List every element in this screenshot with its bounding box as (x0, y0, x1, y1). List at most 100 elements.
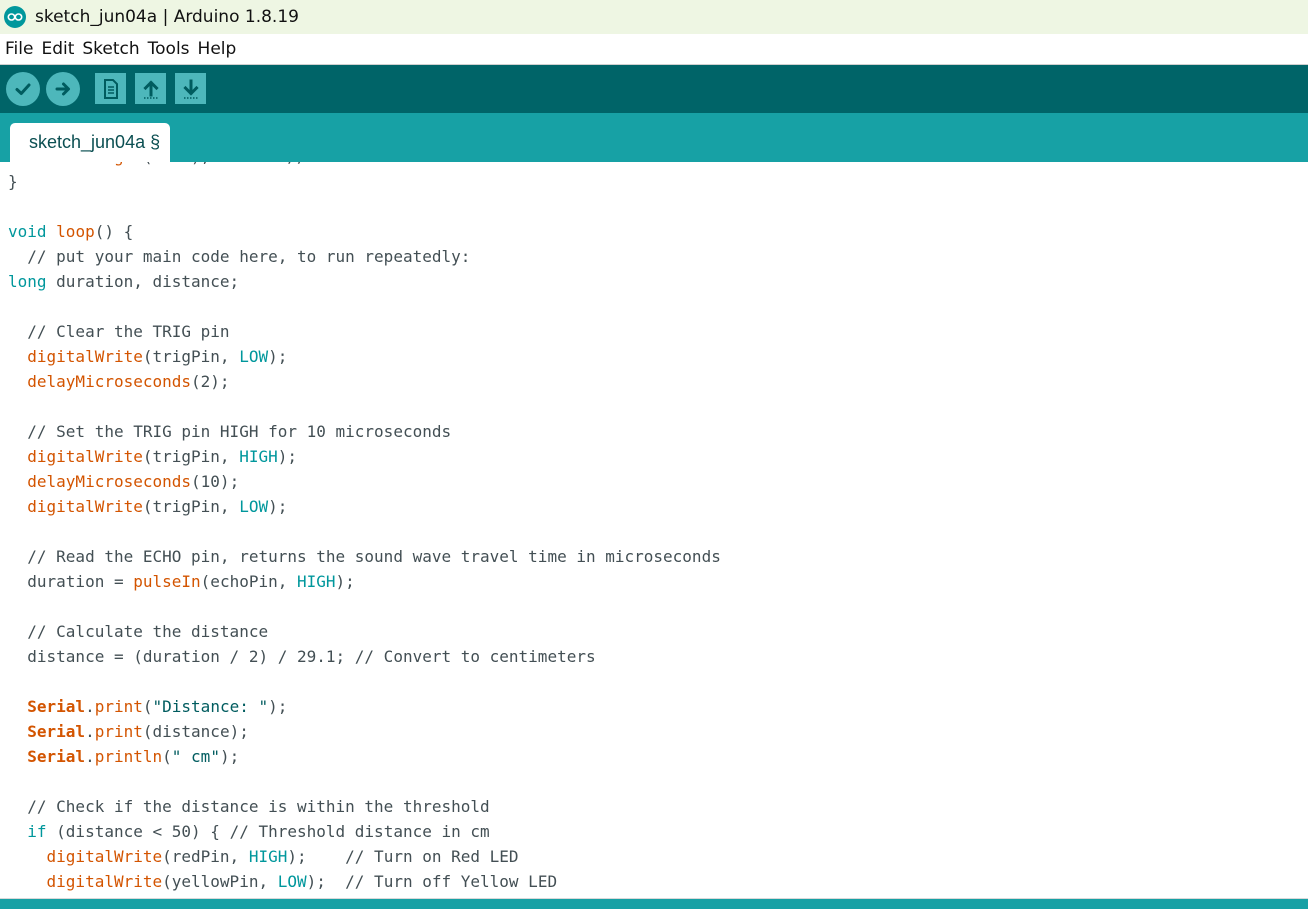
code-token: // Set the TRIG pin HIGH for 10 microsec… (8, 422, 452, 441)
code-token: ); (219, 747, 240, 766)
tab-strip: sketch_jun04a § (0, 113, 1308, 162)
code-token: (trigPin, (142, 347, 240, 366)
code-token: // Turn on Red LED (345, 847, 519, 866)
code-token: ); (268, 497, 288, 516)
code-line: Serial.println(" cm"); (8, 744, 721, 769)
code-token: delayMicroseconds (27, 372, 192, 391)
code-token: if (27, 822, 47, 841)
code-line: digitalWrite(trigPin, HIGH); (8, 444, 721, 469)
new-file-icon (103, 78, 118, 99)
code-token: (redPin, (162, 847, 249, 866)
arrow-right-icon (55, 82, 70, 96)
code-token: ); (306, 872, 346, 891)
code-line: delayMicroseconds(2); (8, 369, 721, 394)
code-token: duration, distance; (46, 272, 240, 291)
code-token: . (85, 697, 95, 716)
arrow-down-icon (182, 79, 199, 99)
code-line: Serial.begin(9600); // Initialize serial… (8, 162, 721, 169)
code-token: ( (142, 697, 153, 716)
code-text: Serial.begin(9600); // Initialize serial… (8, 162, 721, 894)
menu-bar: File Edit Sketch Tools Help (0, 34, 1308, 65)
code-token: digitalWrite (27, 447, 143, 466)
code-token: ); (268, 697, 288, 716)
code-token: // Clear the TRIG pin (8, 322, 230, 341)
code-line: if (distance < 50) { // Threshold distan… (8, 819, 721, 844)
code-token: (9600); (143, 162, 288, 166)
code-token: // Read the ECHO pin, returns the sound … (8, 547, 721, 566)
code-token: . (85, 162, 95, 166)
arduino-logo-icon (4, 6, 26, 28)
code-line: Serial.print("Distance: "); (8, 694, 721, 719)
code-token: (trigPin, (142, 497, 240, 516)
code-line: // Clear the TRIG pin (8, 319, 721, 344)
verify-button[interactable] (6, 72, 40, 106)
code-token: (10); (191, 472, 240, 491)
code-token: LOW (277, 872, 307, 891)
code-token: (2); (191, 372, 230, 391)
code-line: void loop() { (8, 219, 721, 244)
code-token: (echoPin, (200, 572, 297, 591)
code-line: // Read the ECHO pin, returns the sound … (8, 544, 721, 569)
code-token: ( (162, 747, 172, 766)
title-bar: sketch_jun04a | Arduino 1.8.19 (0, 0, 1308, 34)
code-token: Serial (27, 747, 86, 766)
open-button[interactable] (135, 73, 166, 104)
upload-button[interactable] (46, 72, 80, 106)
tab-sketch[interactable]: sketch_jun04a § (10, 123, 171, 162)
menu-sketch[interactable]: Sketch (77, 39, 142, 59)
code-token: println (94, 747, 163, 766)
menu-tools[interactable]: Tools (143, 39, 193, 59)
code-token: Serial (27, 162, 85, 166)
arrow-up-icon (142, 79, 159, 99)
code-token: HIGH (297, 572, 336, 591)
code-token: } (8, 172, 18, 191)
save-button[interactable] (175, 73, 206, 104)
code-token: // Threshold distance in cm (229, 822, 490, 841)
code-token: distance = (duration / 2) / 29.1; (8, 647, 355, 666)
code-token: ); (277, 447, 297, 466)
menu-help[interactable]: Help (193, 39, 240, 59)
code-token: digitalWrite (27, 497, 143, 516)
code-token: " cm" (171, 747, 220, 766)
code-token: (distance < 50) { (46, 822, 230, 841)
code-line: Serial.print(distance); (8, 719, 721, 744)
menu-edit[interactable]: Edit (36, 39, 77, 59)
code-token: print (94, 722, 143, 741)
code-line: } (8, 169, 721, 194)
code-token: ); (287, 847, 346, 866)
code-token: // Turn off Yellow LED (345, 872, 558, 891)
code-token: // Check if the distance is within the t… (8, 797, 490, 816)
menu-file[interactable]: File (0, 39, 36, 59)
new-button[interactable] (95, 73, 126, 104)
console-divider[interactable] (0, 898, 1308, 909)
code-line: digitalWrite(trigPin, LOW); (8, 344, 721, 369)
code-token: pulseIn (133, 572, 201, 591)
toolbar (0, 65, 1308, 113)
code-token: // put your main code here, to run repea… (8, 247, 471, 266)
code-editor[interactable]: Serial.begin(9600); // Initialize serial… (0, 162, 1308, 898)
checkmark-icon (15, 83, 31, 95)
code-token: Serial (27, 697, 86, 716)
code-token: // Convert to centimeters (354, 647, 596, 666)
code-token: . (85, 722, 95, 741)
code-token: loop (56, 222, 95, 241)
code-line: // Check if the distance is within the t… (8, 794, 721, 819)
